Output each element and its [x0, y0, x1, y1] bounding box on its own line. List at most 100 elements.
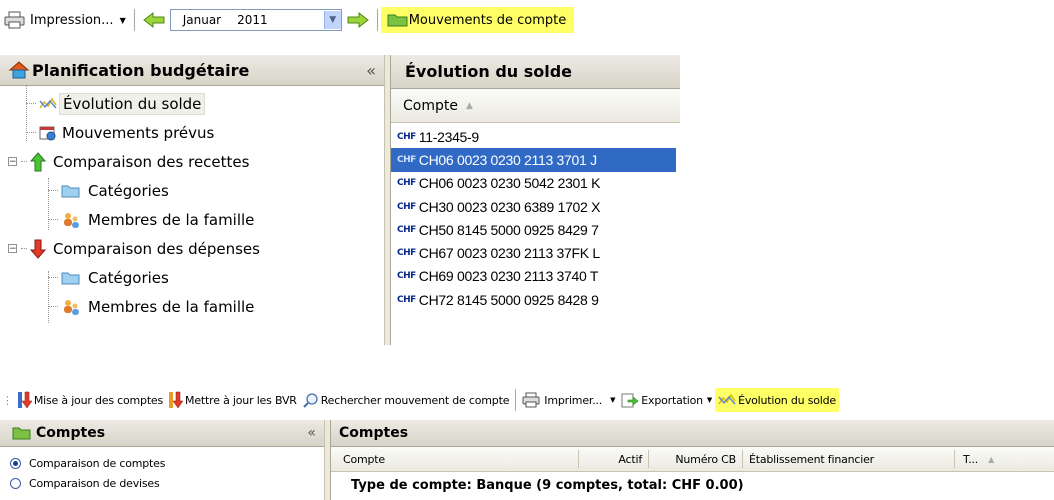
print-button[interactable]: Impression... ▼ [4, 11, 126, 29]
tree-item-label: Catégories [88, 268, 169, 287]
tree-item-label: Comparaison des dépenses [53, 239, 260, 258]
tree-item-label: Mouvements prévus [62, 123, 215, 142]
account-list: CHF 11-2345-9 CHF CH06 0023 0230 2113 3701… [391, 123, 680, 311]
currency-badge: CHF [397, 294, 416, 305]
tree-item-income-categories[interactable]: Catégories [0, 176, 384, 205]
account-number: 11-2345-9 [418, 128, 479, 145]
account-column-header[interactable]: Compte ▲ [391, 89, 680, 123]
accounts-grid-pane: Comptes Compte Actif Numéro CB Établisse… [330, 420, 1054, 500]
update-bvr-button[interactable]: Mettre à jour les BVR [166, 389, 300, 411]
toolbar-separator [515, 389, 517, 411]
line-chart-icon [718, 393, 736, 405]
comparison-options: Comparaison de comptes Comparaison de de… [0, 447, 324, 493]
radio-label: Comparaison de devises [29, 476, 160, 490]
tree-item-expense-categories[interactable]: Catégories [0, 263, 384, 292]
toolbar-separator [376, 9, 378, 31]
toolbar-separator [133, 9, 135, 31]
list-item[interactable]: CHF CH06 0023 0230 5042 2301 K [391, 172, 680, 195]
previous-month-arrow-icon[interactable] [142, 11, 166, 29]
export-icon [621, 393, 639, 408]
list-item[interactable]: CHF CH06 0023 0230 2113 3701 J [391, 148, 676, 172]
folder-icon [61, 272, 80, 284]
column-label: T... [963, 452, 979, 466]
column-label: Actif [618, 452, 642, 466]
budget-planning-pane: Planification budgétaire « Évolution du … [0, 55, 384, 345]
export-dropdown-icon[interactable]: ▼ [707, 396, 712, 404]
tree-connector [26, 103, 36, 104]
month-dropdown-icon[interactable]: ▼ [323, 11, 341, 29]
line-chart-icon [39, 97, 57, 108]
accounts-pane-header: Comptes « [0, 420, 324, 447]
print-label: Impression... [30, 12, 114, 28]
tree-item-balance-evolution[interactable]: Évolution du solde [0, 89, 384, 118]
folder-icon [387, 14, 408, 27]
list-item[interactable]: CHF CH30 0023 0230 6389 1702 X [391, 195, 680, 218]
accounts-side-pane: Comptes « Comparaison de comptes Compara… [0, 420, 324, 500]
search-movement-label: Rechercher mouvement de compte [320, 393, 510, 407]
update-accounts-button[interactable]: Mise à jour des comptes [15, 389, 166, 411]
export-button[interactable]: Exportation ▼ [618, 389, 715, 411]
calendar-clock-icon [39, 126, 56, 140]
house-icon [8, 61, 30, 79]
column-label: Numéro CB [675, 452, 736, 466]
group-row[interactable]: Type de compte: Banque (9 comptes, total… [331, 472, 1054, 493]
budget-pane-header: Planification budgétaire « [0, 55, 384, 86]
tree-item-planned-movements[interactable]: Mouvements prévus [0, 118, 384, 147]
search-movement-button[interactable]: Rechercher mouvement de compte [300, 389, 513, 411]
tree-guide-line [48, 271, 49, 323]
collapse-toggle-icon[interactable]: − [8, 244, 17, 254]
balance-evolution-pane: Évolution du solde Compte ▲ CHF 11-2345-9… [390, 55, 680, 345]
account-movements-button[interactable]: Mouvements de compte [380, 7, 575, 33]
list-item[interactable]: CHF CH67 0023 0230 2113 37FK L [391, 241, 680, 264]
print-dropdown-icon[interactable]: ▼ [120, 16, 126, 25]
tree-connector [48, 277, 58, 278]
tree-connector [48, 219, 58, 220]
account-number: CH06 0023 0230 5042 2301 K [418, 175, 601, 192]
account-comparison-radio[interactable]: Comparaison de comptes [10, 453, 324, 473]
radio-selected-icon[interactable] [10, 457, 21, 469]
list-item[interactable]: CHF CH50 8145 5000 0925 8429 7 [391, 218, 680, 241]
column-header-institution[interactable]: Établissement financier [743, 450, 955, 468]
column-header-account[interactable]: Compte [331, 450, 579, 468]
month-selector[interactable]: Januar 2011 ▼ [169, 9, 342, 31]
account-number: CH30 0023 0230 6389 1702 X [418, 198, 601, 215]
print-accounts-label: Imprimer... [544, 393, 603, 407]
radio-unselected-icon[interactable] [10, 477, 21, 489]
balance-pane-header: Évolution du solde [391, 55, 680, 89]
tree-item-label: Catégories [88, 181, 169, 200]
tree-item-expense-family[interactable]: Membres de la famille [0, 292, 384, 321]
tree-item-expense-comparison[interactable]: − Comparaison des dépenses [0, 234, 384, 263]
balance-evolution-button[interactable]: Évolution du solde [715, 388, 839, 412]
column-header-active[interactable]: Actif [579, 450, 649, 468]
list-item[interactable]: CHF CH72 8145 5000 0925 8428 9 [391, 288, 680, 311]
collapse-pane-icon[interactable]: « [307, 425, 316, 441]
column-label: Compte [343, 452, 385, 466]
tree-connector [48, 306, 58, 307]
list-item[interactable]: CHF 11-2345-9 [391, 125, 680, 148]
tree-item-income-family[interactable]: Membres de la famille [0, 205, 384, 234]
tree-item-income-comparison[interactable]: − Comparaison des recettes [0, 147, 384, 176]
print-accounts-button[interactable]: Imprimer... ▼ [519, 389, 618, 411]
month-value: Januar [182, 13, 222, 27]
account-number: CH67 0023 0230 2113 37FK L [418, 245, 600, 262]
currency-badge: CHF [397, 178, 416, 189]
accounts-toolbar: ⋮ Mise à jour des comptes Mettre à jour … [0, 387, 1054, 413]
printer-icon [522, 392, 540, 408]
list-item[interactable]: CHF CH69 0023 0230 2113 3740 T [391, 265, 680, 288]
collapse-toggle-icon[interactable]: − [8, 157, 17, 167]
currency-badge: CHF [397, 271, 416, 282]
currency-badge: CHF [397, 201, 416, 212]
print-dropdown-icon[interactable]: ▼ [610, 396, 615, 404]
top-toolbar: Impression... ▼ Januar 2011 ▼ Mouvements… [0, 7, 680, 33]
column-header-type[interactable]: T... ▲ [955, 450, 994, 468]
column-header-cb-number[interactable]: Numéro CB [649, 450, 743, 468]
collapse-pane-icon[interactable]: « [366, 61, 376, 80]
accounts-grid-title: Comptes [339, 425, 409, 441]
search-icon [303, 393, 318, 408]
accounts-grid-header: Comptes [331, 420, 1054, 447]
account-number: CH69 0023 0230 2113 3740 T [418, 268, 599, 285]
next-month-arrow-icon[interactable] [346, 11, 370, 29]
currency-badge: CHF [397, 248, 416, 259]
tree-connector [21, 161, 27, 162]
currency-comparison-radio[interactable]: Comparaison de devises [10, 473, 324, 493]
